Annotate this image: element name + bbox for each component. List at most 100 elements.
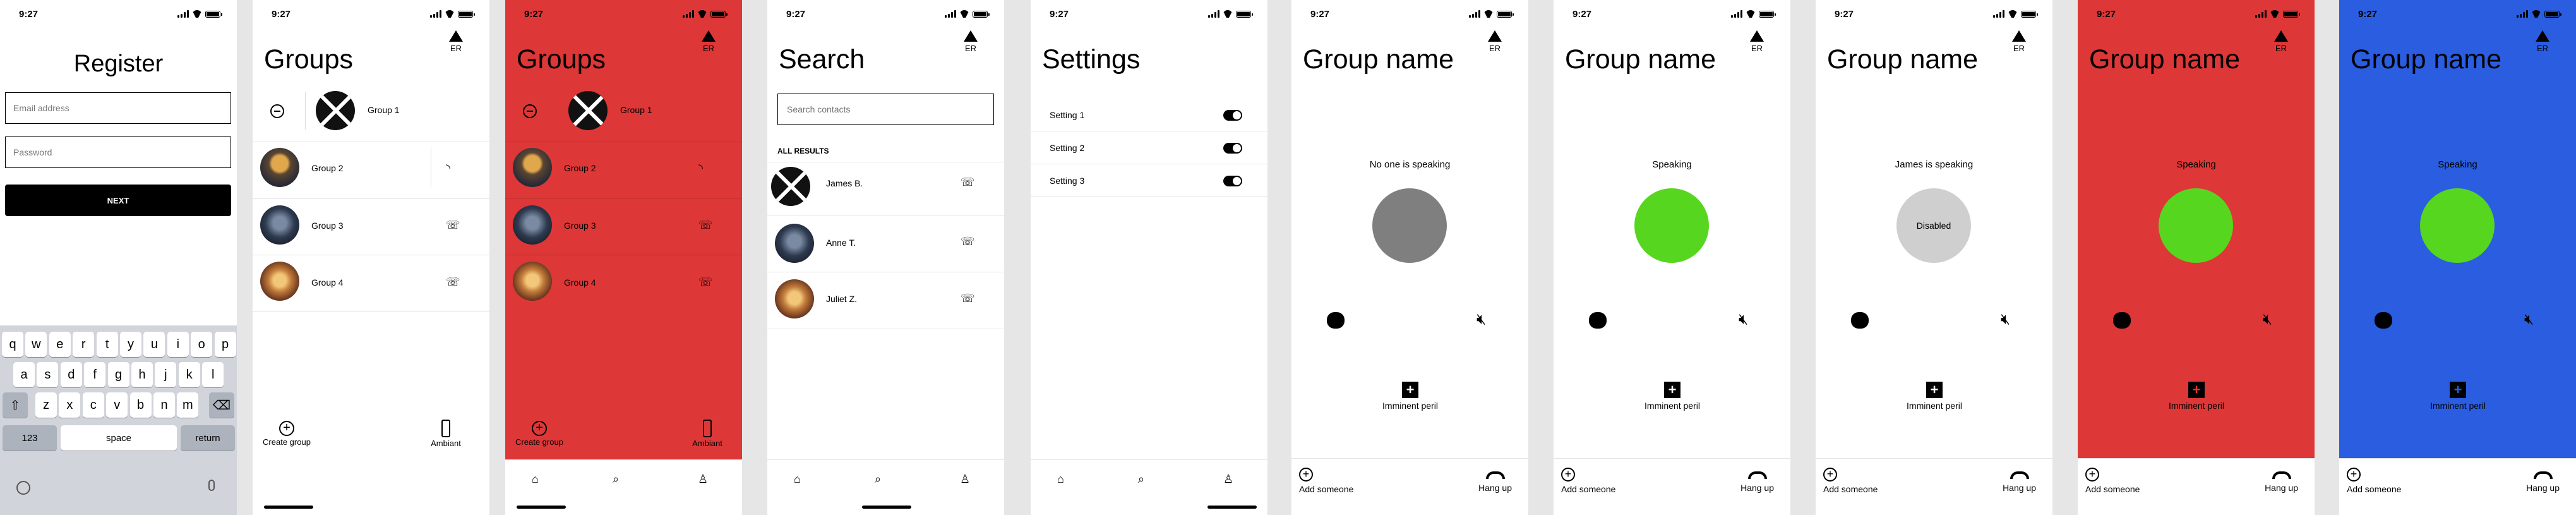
password-field[interactable] bbox=[5, 136, 231, 168]
add-someone-button[interactable]: + Add someone bbox=[2085, 468, 2140, 494]
call-icon[interactable]: ☏ bbox=[961, 235, 975, 248]
emergency-button[interactable]: ER bbox=[1487, 30, 1503, 53]
mute-icon[interactable]: 🔇︎ bbox=[2263, 311, 2272, 329]
key-s[interactable]: s bbox=[37, 362, 59, 387]
key-q[interactable]: q bbox=[2, 332, 23, 357]
setting-toggle[interactable] bbox=[1223, 143, 1242, 154]
add-someone-button[interactable]: + Add someone bbox=[1299, 468, 1353, 494]
home-icon[interactable]: ⌂ bbox=[794, 473, 801, 486]
key-f[interactable]: f bbox=[84, 362, 106, 387]
hang-up-button[interactable]: Hang up bbox=[2003, 468, 2036, 493]
setting-toggle[interactable] bbox=[1223, 176, 1242, 186]
hang-up-button[interactable]: Hang up bbox=[2265, 468, 2298, 493]
video-icon[interactable] bbox=[1851, 312, 1869, 329]
home-icon[interactable]: ⌂ bbox=[1057, 473, 1064, 486]
key-o[interactable]: o bbox=[191, 332, 213, 357]
profile-icon[interactable]: ♙ bbox=[1223, 473, 1233, 486]
emergency-button[interactable]: ER bbox=[962, 30, 979, 53]
broadcast-icon[interactable]: ◝ bbox=[698, 162, 703, 175]
create-group-button[interactable]: + Create group bbox=[261, 421, 312, 447]
video-icon[interactable] bbox=[1327, 312, 1345, 329]
key-x[interactable]: x bbox=[59, 392, 81, 418]
call-icon[interactable]: ☏ bbox=[446, 219, 460, 232]
emergency-button[interactable]: ER bbox=[448, 30, 464, 53]
key-a[interactable]: a bbox=[13, 362, 35, 387]
next-button[interactable]: NEXT bbox=[5, 185, 231, 216]
create-group-button[interactable]: + Create group bbox=[514, 421, 565, 447]
email-field[interactable] bbox=[5, 92, 231, 124]
key-d[interactable]: d bbox=[60, 362, 82, 387]
emergency-button[interactable]: ER bbox=[2534, 30, 2551, 53]
talk-button[interactable]: Disabled bbox=[1896, 188, 1971, 263]
call-icon[interactable]: ☏ bbox=[961, 292, 975, 305]
key-h[interactable]: h bbox=[131, 362, 153, 387]
ambiant-button[interactable]: Ambiant bbox=[688, 420, 726, 448]
talk-button[interactable] bbox=[1634, 188, 1709, 263]
key-r[interactable]: r bbox=[73, 332, 95, 357]
imminent-peril-button[interactable]: + Imminent peril bbox=[2414, 382, 2502, 411]
key-l[interactable]: l bbox=[202, 362, 224, 387]
key-b[interactable]: b bbox=[129, 392, 152, 418]
remove-icon[interactable] bbox=[523, 104, 537, 118]
call-icon[interactable]: ☏ bbox=[961, 176, 975, 189]
video-icon[interactable] bbox=[2375, 312, 2392, 329]
add-someone-button[interactable]: + Add someone bbox=[1823, 468, 1878, 494]
backspace-key[interactable]: ⌫ bbox=[209, 392, 234, 418]
broadcast-icon[interactable]: ◝ bbox=[446, 162, 450, 175]
key-y[interactable]: y bbox=[120, 332, 141, 357]
search-icon[interactable]: ⌕ bbox=[875, 473, 881, 486]
emergency-button[interactable]: ER bbox=[1749, 30, 1765, 53]
key-n[interactable]: n bbox=[153, 392, 175, 418]
microphone-icon[interactable] bbox=[208, 480, 215, 491]
emergency-button[interactable]: ER bbox=[700, 30, 717, 53]
call-icon[interactable]: ☏ bbox=[698, 276, 713, 289]
add-someone-button[interactable]: + Add someone bbox=[1561, 468, 1615, 494]
setting-toggle[interactable] bbox=[1223, 110, 1242, 121]
shift-key[interactable]: ⇧ bbox=[3, 392, 28, 418]
search-input[interactable] bbox=[777, 94, 994, 125]
key-z[interactable]: z bbox=[35, 392, 57, 418]
mute-icon[interactable]: 🔇︎ bbox=[2001, 311, 2010, 329]
imminent-peril-button[interactable]: + Imminent peril bbox=[2152, 382, 2241, 411]
profile-icon[interactable]: ♙ bbox=[698, 473, 708, 486]
emoji-icon[interactable] bbox=[16, 481, 30, 495]
emergency-button[interactable]: ER bbox=[2011, 30, 2027, 53]
key-v[interactable]: v bbox=[106, 392, 128, 418]
hang-up-button[interactable]: Hang up bbox=[2526, 468, 2560, 493]
emergency-button[interactable]: ER bbox=[2273, 30, 2289, 53]
space-key[interactable]: space bbox=[61, 425, 177, 451]
imminent-peril-button[interactable]: + Imminent peril bbox=[1890, 382, 1979, 411]
key-m[interactable]: m bbox=[177, 392, 199, 418]
key-p[interactable]: p bbox=[214, 332, 236, 357]
key-c[interactable]: c bbox=[82, 392, 104, 418]
add-someone-button[interactable]: + Add someone bbox=[2347, 468, 2401, 494]
return-key[interactable]: return bbox=[181, 425, 235, 451]
mute-icon[interactable]: 🔇︎ bbox=[1739, 311, 1748, 329]
mute-icon[interactable]: 🔇︎ bbox=[1477, 311, 1486, 329]
key-g[interactable]: g bbox=[107, 362, 129, 387]
search-icon[interactable]: ⌕ bbox=[613, 473, 619, 486]
key-j[interactable]: j bbox=[155, 362, 177, 387]
search-icon[interactable]: ⌕ bbox=[1138, 473, 1144, 486]
key-t[interactable]: t bbox=[96, 332, 118, 357]
video-icon[interactable] bbox=[2113, 312, 2131, 329]
imminent-peril-button[interactable]: + Imminent peril bbox=[1366, 382, 1454, 411]
talk-button[interactable] bbox=[2420, 188, 2495, 263]
video-icon[interactable] bbox=[1589, 312, 1607, 329]
remove-icon[interactable] bbox=[270, 104, 284, 118]
key-u[interactable]: u bbox=[143, 332, 165, 357]
key-k[interactable]: k bbox=[178, 362, 200, 387]
talk-button[interactable] bbox=[1372, 188, 1447, 263]
talk-button[interactable] bbox=[2159, 188, 2233, 263]
profile-icon[interactable]: ♙ bbox=[960, 473, 970, 486]
home-icon[interactable]: ⌂ bbox=[532, 473, 539, 486]
key-e[interactable]: e bbox=[49, 332, 71, 357]
hang-up-button[interactable]: Hang up bbox=[1478, 468, 1512, 493]
key-w[interactable]: w bbox=[25, 332, 47, 357]
call-icon[interactable]: ☏ bbox=[446, 276, 460, 289]
mute-icon[interactable]: 🔇︎ bbox=[2524, 311, 2534, 329]
call-icon[interactable]: ☏ bbox=[698, 219, 713, 232]
ambiant-button[interactable]: Ambiant bbox=[427, 420, 465, 448]
numbers-key[interactable]: 123 bbox=[3, 425, 57, 451]
hang-up-button[interactable]: Hang up bbox=[1740, 468, 1774, 493]
